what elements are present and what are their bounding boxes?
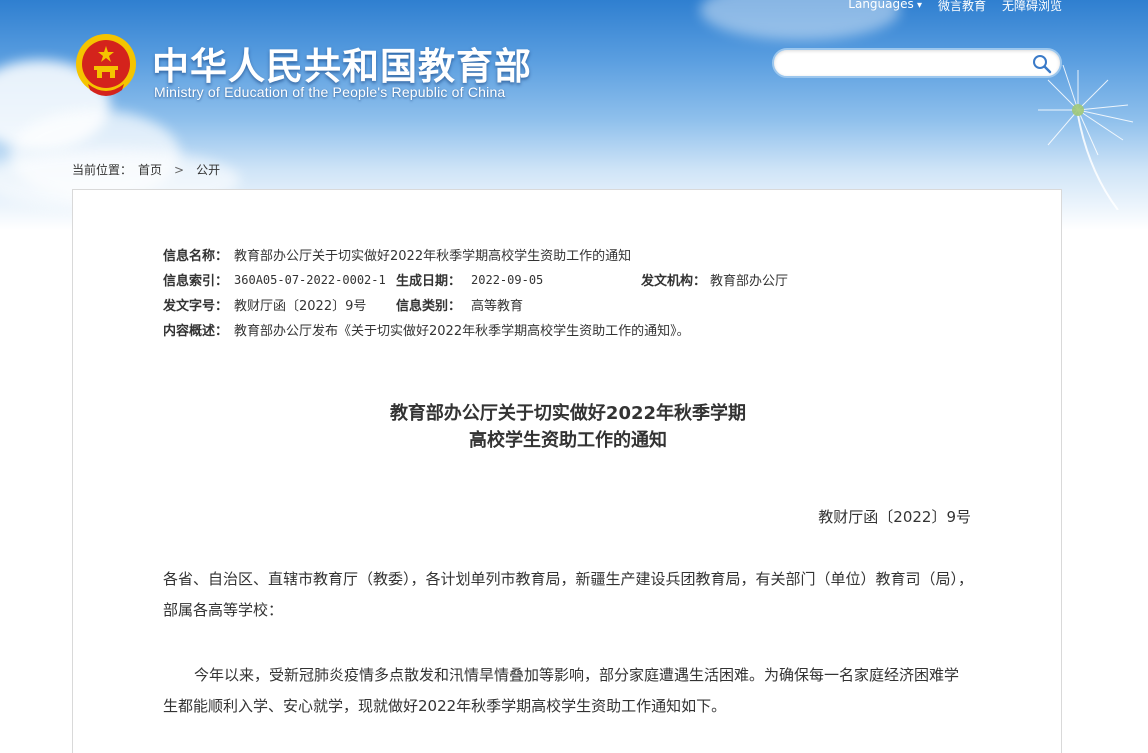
body-paragraph: 今年以来，受新冠肺炎疫情多点散发和汛情旱情叠加等影响，部分家庭遭遇生活困难。为确… (163, 666, 960, 715)
meta-label: 发文字号： (163, 299, 229, 314)
meta-table: 信息名称： 教育部办公厅关于切实做好2022年秋季学期高校学生资助工作的通知 信… (163, 242, 788, 342)
meta-value: 2022-09-05 (471, 272, 544, 287)
breadcrumb-public[interactable]: 公开 (196, 161, 220, 178)
document-title-line: 高校学生资助工作的通知 (469, 430, 667, 451)
dandelion-decoration (1038, 64, 1134, 210)
meta-value: 360A05-07-2022-0002-1 (234, 272, 386, 287)
breadcrumb-separator: > (174, 162, 185, 177)
document-number: 教财厅函〔2022〕9号 (818, 508, 971, 526)
meta-value: 高等教育 (471, 299, 524, 314)
meta-value: 教育部办公厅 (710, 274, 789, 289)
site-title-cn: 中华人民共和国教育部 (152, 45, 532, 88)
meta-row: 信息名称： 教育部办公厅关于切实做好2022年秋季学期高校学生资助工作的通知 (163, 242, 788, 267)
search-box (772, 48, 1062, 78)
meta-value: 教育部办公厅发布《关于切实做好2022年秋季学期高校学生资助工作的通知》。 (234, 324, 690, 339)
meta-row: 内容概述： 教育部办公厅发布《关于切实做好2022年秋季学期高校学生资助工作的通… (163, 317, 788, 342)
top-links: Languages 微言教育 无障碍浏览 (848, 0, 1062, 14)
languages-link[interactable]: Languages (848, 0, 922, 14)
content-card: 信息名称： 教育部办公厅关于切实做好2022年秋季学期高校学生资助工作的通知 信… (72, 189, 1062, 753)
meta-value: 教育部办公厅关于切实做好2022年秋季学期高校学生资助工作的通知 (234, 249, 632, 264)
meta-label: 内容概述： (163, 324, 229, 339)
breadcrumb-prefix: 当前位置： (72, 163, 133, 177)
accessibility-link[interactable]: 无障碍浏览 (1002, 0, 1062, 14)
meta-value: 教财厅函〔2022〕9号 (234, 299, 367, 314)
meta-label: 发文机构： (641, 274, 707, 289)
meta-label: 生成日期： (396, 274, 462, 289)
search-icon[interactable] (1032, 54, 1052, 74)
breadcrumb: 当前位置： 首页 > 公开 (72, 161, 220, 178)
meta-row: 信息索引： 360A05-07-2022-0002-1 生成日期： 2022-0… (163, 267, 788, 292)
addressees-paragraph: 各省、自治区、直辖市教育厅（教委），各计划单列市教育局，新疆生产建设兵团教育局，… (163, 570, 974, 619)
weiyan-link[interactable]: 微言教育 (938, 0, 986, 14)
breadcrumb-home[interactable]: 首页 (138, 161, 162, 178)
document-title-line: 教育部办公厅关于切实做好2022年秋季学期 (389, 403, 747, 424)
meta-row: 发文字号： 教财厅函〔2022〕9号 信息类别： 高等教育 (163, 292, 788, 317)
search-input[interactable] (786, 50, 1036, 76)
meta-label: 信息名称： (163, 249, 229, 264)
meta-label: 信息类别： (396, 299, 462, 314)
site-title-en: Ministry of Education of the People's Re… (154, 84, 506, 100)
document-title: 教育部办公厅关于切实做好2022年秋季学期 高校学生资助工作的通知 (73, 400, 1063, 454)
meta-label: 信息索引： (163, 274, 229, 289)
national-emblem-icon (76, 34, 136, 96)
